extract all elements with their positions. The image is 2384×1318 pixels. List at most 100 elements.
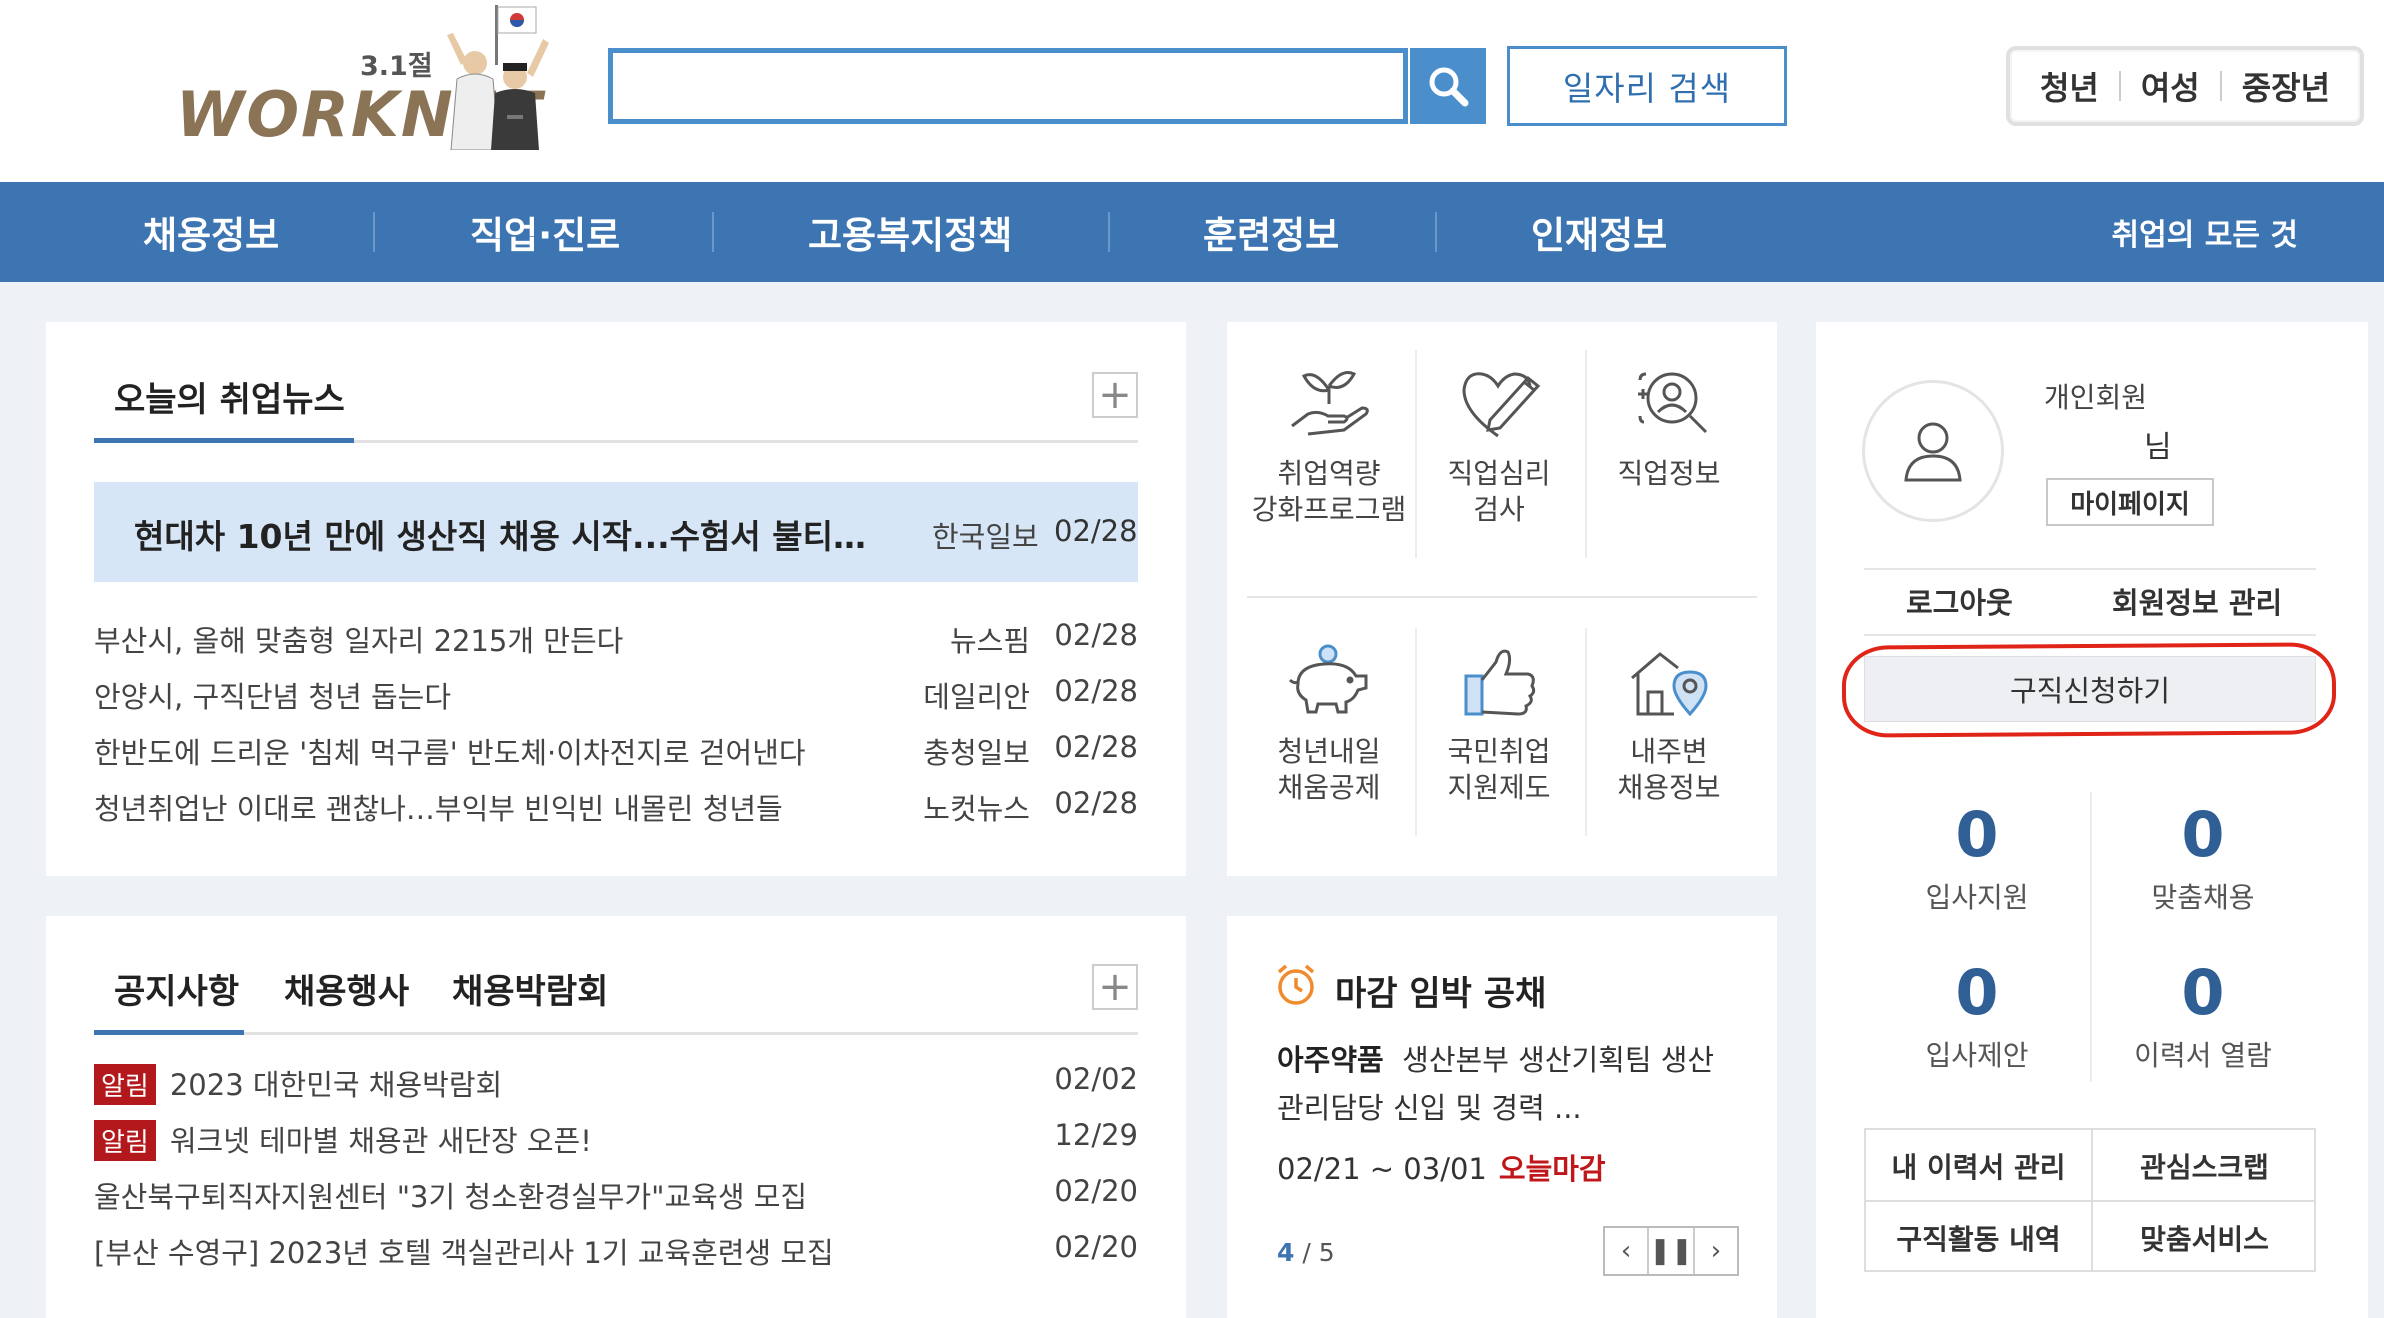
nav-item-welfare-policy[interactable]: 고용복지정책 (808, 182, 1012, 282)
news-list-item[interactable]: 한반도에 드리운 '침체 먹구름' 반도체·이차전지로 걷어낸다 충청일보 02… (94, 730, 1138, 770)
job-search-button[interactable]: 일자리 검색 (1507, 46, 1787, 126)
stat-job-offers[interactable]: 0 입사제안 (1864, 962, 2090, 1074)
member-quick-links: 내 이력서 관리 관심스크랩 구직활동 내역 맞춤서비스 (1864, 1128, 2316, 1272)
quick-menu-panel: 취업역량 강화프로그램 직업심리 검사 직업정보 청년내일 채움공제 국민취업 (1227, 322, 1777, 876)
search-button[interactable] (1410, 48, 1486, 124)
news-list-item[interactable]: 청년취업난 이대로 괜찮나…부익부 빈익빈 내몰린 청년들 노컷뉴스 02/28 (94, 786, 1138, 826)
prev-button[interactable]: ‹ (1605, 1228, 1650, 1274)
stat-matched-jobs[interactable]: 0 맞춤채용 (2090, 804, 2316, 916)
news-list-item[interactable]: 안양시, 구직단념 청년 돕는다 데일리안 02/28 (94, 674, 1138, 714)
scrap-link[interactable]: 관심스크랩 (2092, 1130, 2317, 1201)
age-group-selector: 청년 여성 중장년 (2006, 46, 2364, 126)
age-link-women[interactable]: 여성 (2121, 63, 2220, 109)
pause-icon: ❚❚ (1649, 1236, 1693, 1266)
divider (1864, 568, 2316, 570)
news-list-item[interactable]: 부산시, 올해 맞춤형 일자리 2215개 만든다 뉴스핌 02/28 (94, 618, 1138, 658)
notice-list-item[interactable]: 울산북구퇴직자지원센터 "3기 청소환경실무가"교육생 모집 02/20 (94, 1174, 1138, 1214)
notice-date: 12/29 (1054, 1118, 1138, 1152)
divider (373, 212, 375, 252)
stat-value: 0 (1955, 798, 1999, 871)
quick-menu-job-info[interactable]: 직업정보 (1585, 364, 1753, 492)
my-resume-link[interactable]: 내 이력서 관리 (1866, 1130, 2091, 1201)
slider-controls: ‹ ❚❚ › (1603, 1226, 1739, 1276)
person-search-icon (1638, 372, 1708, 434)
quick-menu-label: 국민취업 (1447, 735, 1551, 768)
news-source: 데일리안 (923, 680, 1030, 714)
notice-title: 2023 대한민국 채용박람회 (169, 1068, 503, 1102)
quick-menu-label: 직업심리 (1447, 457, 1551, 490)
notice-title: 울산북구퇴직자지원센터 "3기 청소환경실무가"교육생 모집 (94, 1180, 808, 1214)
headline-source: 한국일보 (932, 520, 1039, 554)
logout-link[interactable]: 로그아웃 (1906, 580, 2013, 622)
nav-item-jobs[interactable]: 채용정보 (143, 182, 279, 282)
quick-menu-nearby-jobs[interactable]: 내주변 채용정보 (1585, 642, 1753, 806)
headline-title: 현대차 10년 만에 생산직 채용 시작...수험서 불티… (134, 517, 866, 556)
notice-title: 워크넷 테마별 채용관 새단장 오픈! (169, 1124, 592, 1158)
chevron-right-icon: › (1710, 1236, 1722, 1266)
notice-date: 02/02 (1054, 1062, 1138, 1096)
member-panel: 개인회원 님 마이페이지 로그아웃 회원정보 관리 구직신청하기 0 입사지원 … (1816, 322, 2368, 1318)
heart-pen-icon (1462, 372, 1541, 438)
news-title: 안양시, 구직단념 청년 돕는다 (94, 680, 452, 714)
page-total: / 5 (1302, 1238, 1335, 1267)
headline-news[interactable]: 현대차 10년 만에 생산직 채용 시작...수험서 불티… 한국일보 02/2… (94, 482, 1138, 582)
notice-list-item[interactable]: [부산 수영구] 2023년 호텔 객실관리사 1기 교육훈련생 모집 02/2… (94, 1230, 1138, 1270)
notice-list-item[interactable]: 알림 2023 대한민국 채용박람회 02/02 (94, 1062, 1138, 1105)
news-more-button[interactable]: + (1092, 372, 1138, 418)
alert-badge: 알림 (94, 1120, 156, 1161)
quick-menu-label: 청년내일 (1277, 735, 1381, 768)
news-title: 한반도에 드리운 '침체 먹구름' 반도체·이차전지로 걷어낸다 (94, 736, 806, 770)
stat-label: 입사제안 (1925, 1039, 2029, 1072)
tab-active-underline (94, 438, 354, 443)
quick-menu-employment-program[interactable]: 취업역량 강화프로그램 (1245, 364, 1413, 528)
tab-active-underline (94, 1030, 244, 1035)
pause-button[interactable]: ❚❚ (1649, 1228, 1695, 1274)
divider (1864, 634, 2316, 636)
tab-recruit-events[interactable]: 채용행사 (284, 964, 409, 1013)
quick-menu-label: 검사 (1473, 493, 1525, 526)
age-link-middle-aged[interactable]: 중장년 (2222, 63, 2350, 109)
deadline-title: 마감 임박 공채 (1335, 974, 1547, 1014)
member-name: 님 (2144, 430, 2172, 465)
stat-applications[interactable]: 0 입사지원 (1864, 804, 2090, 916)
notice-list-item[interactable]: 알림 워크넷 테마별 채용관 새단장 오픈! 12/29 (94, 1118, 1138, 1161)
search-field-wrapper (608, 48, 1408, 124)
stat-value: 0 (2181, 798, 2225, 871)
house-location-icon (1631, 652, 1708, 717)
age-link-youth[interactable]: 청년 (2020, 63, 2119, 109)
stat-label: 입사지원 (1925, 881, 2029, 914)
site-header: 3.1절 WORKNET 일자리 검색 청년 여성 중장년 (0, 0, 2384, 182)
pagination: 4 / 5 (1277, 1238, 1335, 1267)
nav-item-career[interactable]: 직업·진로 (470, 182, 620, 282)
avatar (1862, 380, 2004, 522)
quick-menu-national-employment-support[interactable]: 국민취업 지원제도 (1415, 642, 1583, 806)
notice-more-button[interactable]: + (1092, 964, 1138, 1010)
news-tab-title[interactable]: 오늘의 취업뉴스 (114, 372, 345, 421)
custom-service-link[interactable]: 맞춤서비스 (2092, 1202, 2317, 1273)
divider (1108, 212, 1110, 252)
nav-item-talent[interactable]: 인재정보 (1531, 182, 1667, 282)
nav-all-about-jobs[interactable]: 취업의 모든 것 (2112, 182, 2299, 282)
quick-menu-aptitude-test[interactable]: 직업심리 검사 (1415, 364, 1583, 528)
worknet-logo[interactable]: 3.1절 WORKNET (88, 5, 608, 180)
search-input[interactable] (613, 53, 1403, 119)
company-name: 아주약품 (1277, 1043, 1384, 1077)
page-current: 4 (1277, 1238, 1295, 1267)
thumbs-up-icon (1464, 649, 1536, 716)
mypage-button[interactable]: 마이페이지 (2046, 478, 2214, 526)
seedling-hand-icon (1291, 371, 1369, 436)
red-circle-highlight (1841, 642, 2337, 738)
user-icon (1904, 422, 1962, 482)
stat-resume-views[interactable]: 0 이력서 열람 (2090, 962, 2316, 1074)
chevron-left-icon: ‹ (1620, 1236, 1632, 1266)
nav-item-training[interactable]: 훈련정보 (1203, 182, 1339, 282)
search-icon (1429, 67, 1469, 107)
next-button[interactable]: › (1695, 1228, 1737, 1274)
tab-notice[interactable]: 공지사항 (114, 964, 239, 1013)
notice-date: 02/20 (1054, 1230, 1138, 1264)
job-activity-link[interactable]: 구직활동 내역 (1866, 1202, 2091, 1273)
tab-job-fairs[interactable]: 채용박람회 (452, 964, 608, 1013)
deadline-job-item[interactable]: 아주약품 생산본부 생산기획팀 생산관리담당 신입 및 경력 ... (1277, 1036, 1737, 1132)
member-info-manage-link[interactable]: 회원정보 관리 (2112, 580, 2282, 622)
quick-menu-youth-savings[interactable]: 청년내일 채움공제 (1245, 642, 1413, 806)
